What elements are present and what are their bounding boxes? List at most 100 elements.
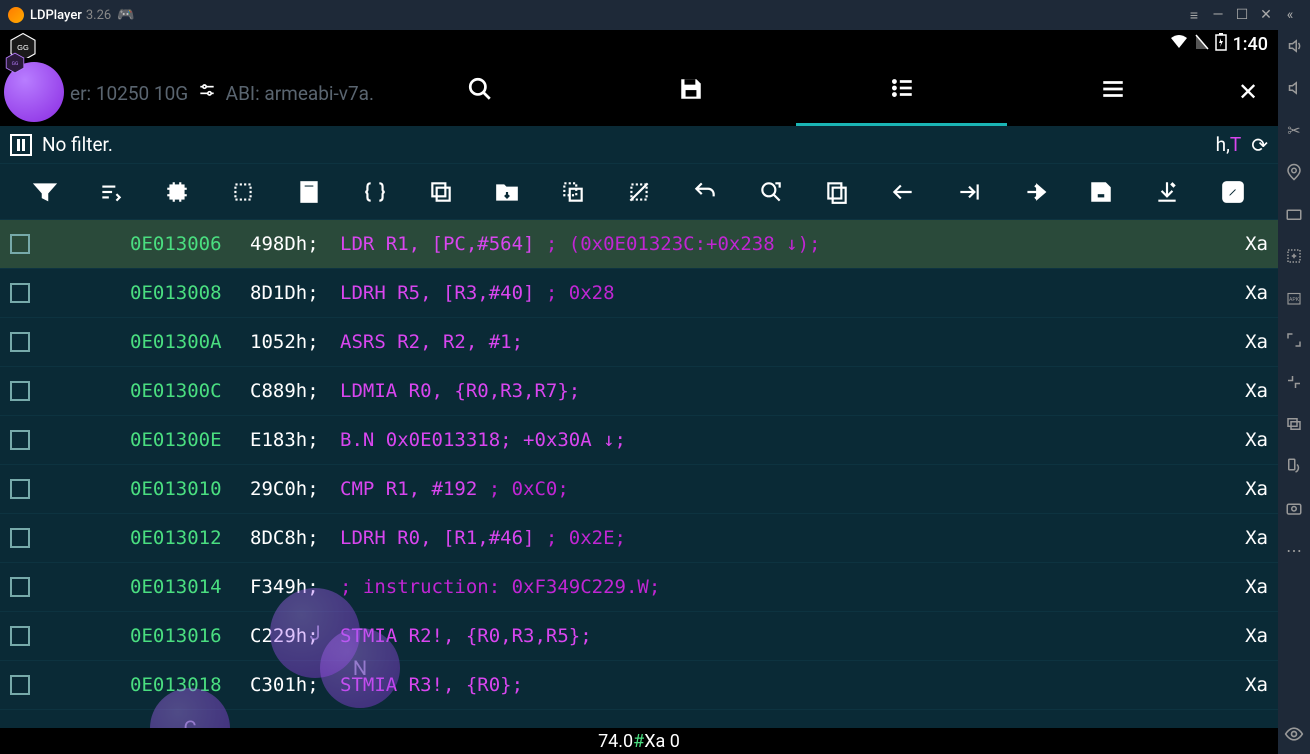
disasm-row[interactable]: 0E013016 C229h; STMIA R2!, {R0,R3,R5}; X… <box>0 612 1278 661</box>
row-type: Xa <box>1245 380 1268 402</box>
row-checkbox[interactable] <box>10 283 30 303</box>
pause-button[interactable] <box>10 134 32 156</box>
row-checkbox[interactable] <box>10 528 30 548</box>
calculator-button[interactable] <box>276 179 342 205</box>
minimize-button[interactable]: — <box>1206 7 1230 23</box>
collapse-button[interactable]: « <box>1278 7 1302 23</box>
app-toolbar: GG er: 10250 10G ABI: armeabi-v7a. <box>0 58 1278 126</box>
folder-button[interactable] <box>474 179 540 205</box>
row-type: Xa <box>1245 233 1268 255</box>
controller-icon: 🎮 <box>117 7 134 23</box>
row-checkbox[interactable] <box>10 332 30 352</box>
expand-icon[interactable] <box>1284 330 1304 350</box>
braces-button[interactable] <box>342 179 408 205</box>
download-button[interactable] <box>1134 179 1200 205</box>
volume-up-icon[interactable] <box>1284 36 1304 56</box>
row-asm: STMIA R2!, {R0,R3,R5}; <box>340 625 1245 647</box>
row-checkbox[interactable] <box>10 577 30 597</box>
location-icon[interactable] <box>1284 162 1304 182</box>
more-icon[interactable]: ⋯ <box>1284 540 1304 560</box>
filter-bar: No filter. h,T ⟳ <box>0 126 1278 164</box>
row-checkbox[interactable] <box>10 234 30 254</box>
row-address: 0E013006 <box>130 233 250 255</box>
titlebar: LDPlayer 3.26 🎮 ≡ — ☐ ✕ « <box>0 0 1310 30</box>
settings-sliders-icon[interactable] <box>197 82 222 105</box>
disasm-row[interactable]: 0E013014 F349h; ; instruction: 0xF349C22… <box>0 563 1278 612</box>
row-type: Xa <box>1245 625 1268 647</box>
menu-button[interactable]: ≡ <box>1182 7 1206 24</box>
close-panel-button[interactable]: ✕ <box>1218 78 1278 106</box>
undo-button[interactable] <box>672 179 738 205</box>
row-asm: LDR R1, [PC,#564] ; (0x0E01323C:+0x238 ↓… <box>340 233 1245 255</box>
refresh-button[interactable]: ⟳ <box>1251 133 1268 157</box>
goto-back-button[interactable] <box>870 179 936 205</box>
tab-memory[interactable] <box>796 58 1007 126</box>
tab-search[interactable] <box>374 58 585 126</box>
hamburger-icon <box>1100 76 1126 108</box>
memory-toolbar <box>0 164 1278 220</box>
save-file-button[interactable] <box>1068 179 1134 205</box>
close-button[interactable]: ✕ <box>1254 7 1278 23</box>
cpu-button[interactable] <box>144 179 210 205</box>
eye-icon[interactable] <box>1284 724 1304 744</box>
gg-float-button[interactable]: GG <box>4 62 64 122</box>
disasm-row[interactable]: 0E013018 C301h; STMIA R3!, {R0}; Xa <box>0 661 1278 710</box>
disasm-row[interactable]: 0E01300C C889h; LDMIA R0, {R0,R3,R7}; Xa <box>0 367 1278 416</box>
disassembly-list[interactable]: J N C 0E013006 498Dh; LDR R1, [PC,#564] … <box>0 220 1278 728</box>
row-asm: CMP R1, #192 ; 0xC0; <box>340 478 1245 500</box>
disasm-row[interactable]: 0E013008 8D1Dh; LDRH R5, [R3,#40] ; 0x28… <box>0 269 1278 318</box>
volume-down-icon[interactable] <box>1284 78 1304 98</box>
row-type: Xa <box>1245 282 1268 304</box>
row-checkbox[interactable] <box>10 675 30 695</box>
save-icon <box>678 76 704 108</box>
row-address: 0E01300A <box>130 331 250 353</box>
row-hex: 8D1Dh; <box>250 282 340 304</box>
goto-in-button[interactable] <box>936 179 1002 205</box>
row-address: 0E013012 <box>130 527 250 549</box>
row-address: 0E013008 <box>130 282 250 304</box>
keyboard-icon[interactable] <box>1284 204 1304 224</box>
row-hex: 8DC8h; <box>250 527 340 549</box>
disasm-row[interactable]: 0E013010 29C0h; CMP R1, #192 ; 0xC0; Xa <box>0 465 1278 514</box>
row-hex: C889h; <box>250 380 340 402</box>
row-address: 0E013016 <box>130 625 250 647</box>
maximize-button[interactable]: ☐ <box>1230 7 1254 23</box>
rotate-icon[interactable] <box>1284 456 1304 476</box>
disasm-row[interactable]: 0E01300A 1052h; ASRS R2, R2, #1; Xa <box>0 318 1278 367</box>
row-type: Xa <box>1245 674 1268 696</box>
svg-text:GG: GG <box>12 61 19 67</box>
row-hex: C301h; <box>250 674 340 696</box>
goto-forward-button[interactable] <box>1002 179 1068 205</box>
layers-icon[interactable] <box>1284 414 1304 434</box>
deselect-button[interactable] <box>606 179 672 205</box>
row-asm: LDRH R5, [R3,#40] ; 0x28 <box>340 282 1245 304</box>
disasm-row[interactable]: 0E013012 8DC8h; LDRH R0, [R1,#46] ; 0x2E… <box>0 514 1278 563</box>
copy-region-button[interactable] <box>540 179 606 205</box>
svg-text:GG: GG <box>17 43 29 52</box>
add-panel-icon[interactable] <box>1284 246 1304 266</box>
row-hex: E183h; <box>250 429 340 451</box>
edit-button[interactable] <box>1200 179 1266 205</box>
filter-list-button[interactable] <box>78 179 144 205</box>
clock: 1:40 <box>1233 34 1268 55</box>
apk-icon[interactable]: APK <box>1284 288 1304 308</box>
tab-saved[interactable] <box>585 58 796 126</box>
row-checkbox[interactable] <box>10 626 30 646</box>
type-indicator[interactable]: h,T <box>1216 133 1242 156</box>
disasm-row[interactable]: 0E01300E E183h; B.N 0x0E013318; +0x30A ↓… <box>0 416 1278 465</box>
collapse-icon[interactable] <box>1284 372 1304 392</box>
disasm-row[interactable]: 0E013006 498Dh; LDR R1, [PC,#564] ; (0x0… <box>0 220 1278 269</box>
battery-icon <box>1215 33 1227 55</box>
copy-button[interactable] <box>408 179 474 205</box>
tab-settings[interactable] <box>1007 58 1218 126</box>
row-checkbox[interactable] <box>10 381 30 401</box>
search-again-button[interactable] <box>738 179 804 205</box>
row-checkbox[interactable] <box>10 430 30 450</box>
select-region-button[interactable] <box>210 179 276 205</box>
copy-value-button[interactable] <box>804 179 870 205</box>
filter-button[interactable] <box>12 179 78 205</box>
row-checkbox[interactable] <box>10 479 30 499</box>
screenshot-icon[interactable] <box>1284 498 1304 518</box>
row-asm: ASRS R2, R2, #1; <box>340 331 1245 353</box>
scissors-icon[interactable]: ✂ <box>1284 120 1304 140</box>
